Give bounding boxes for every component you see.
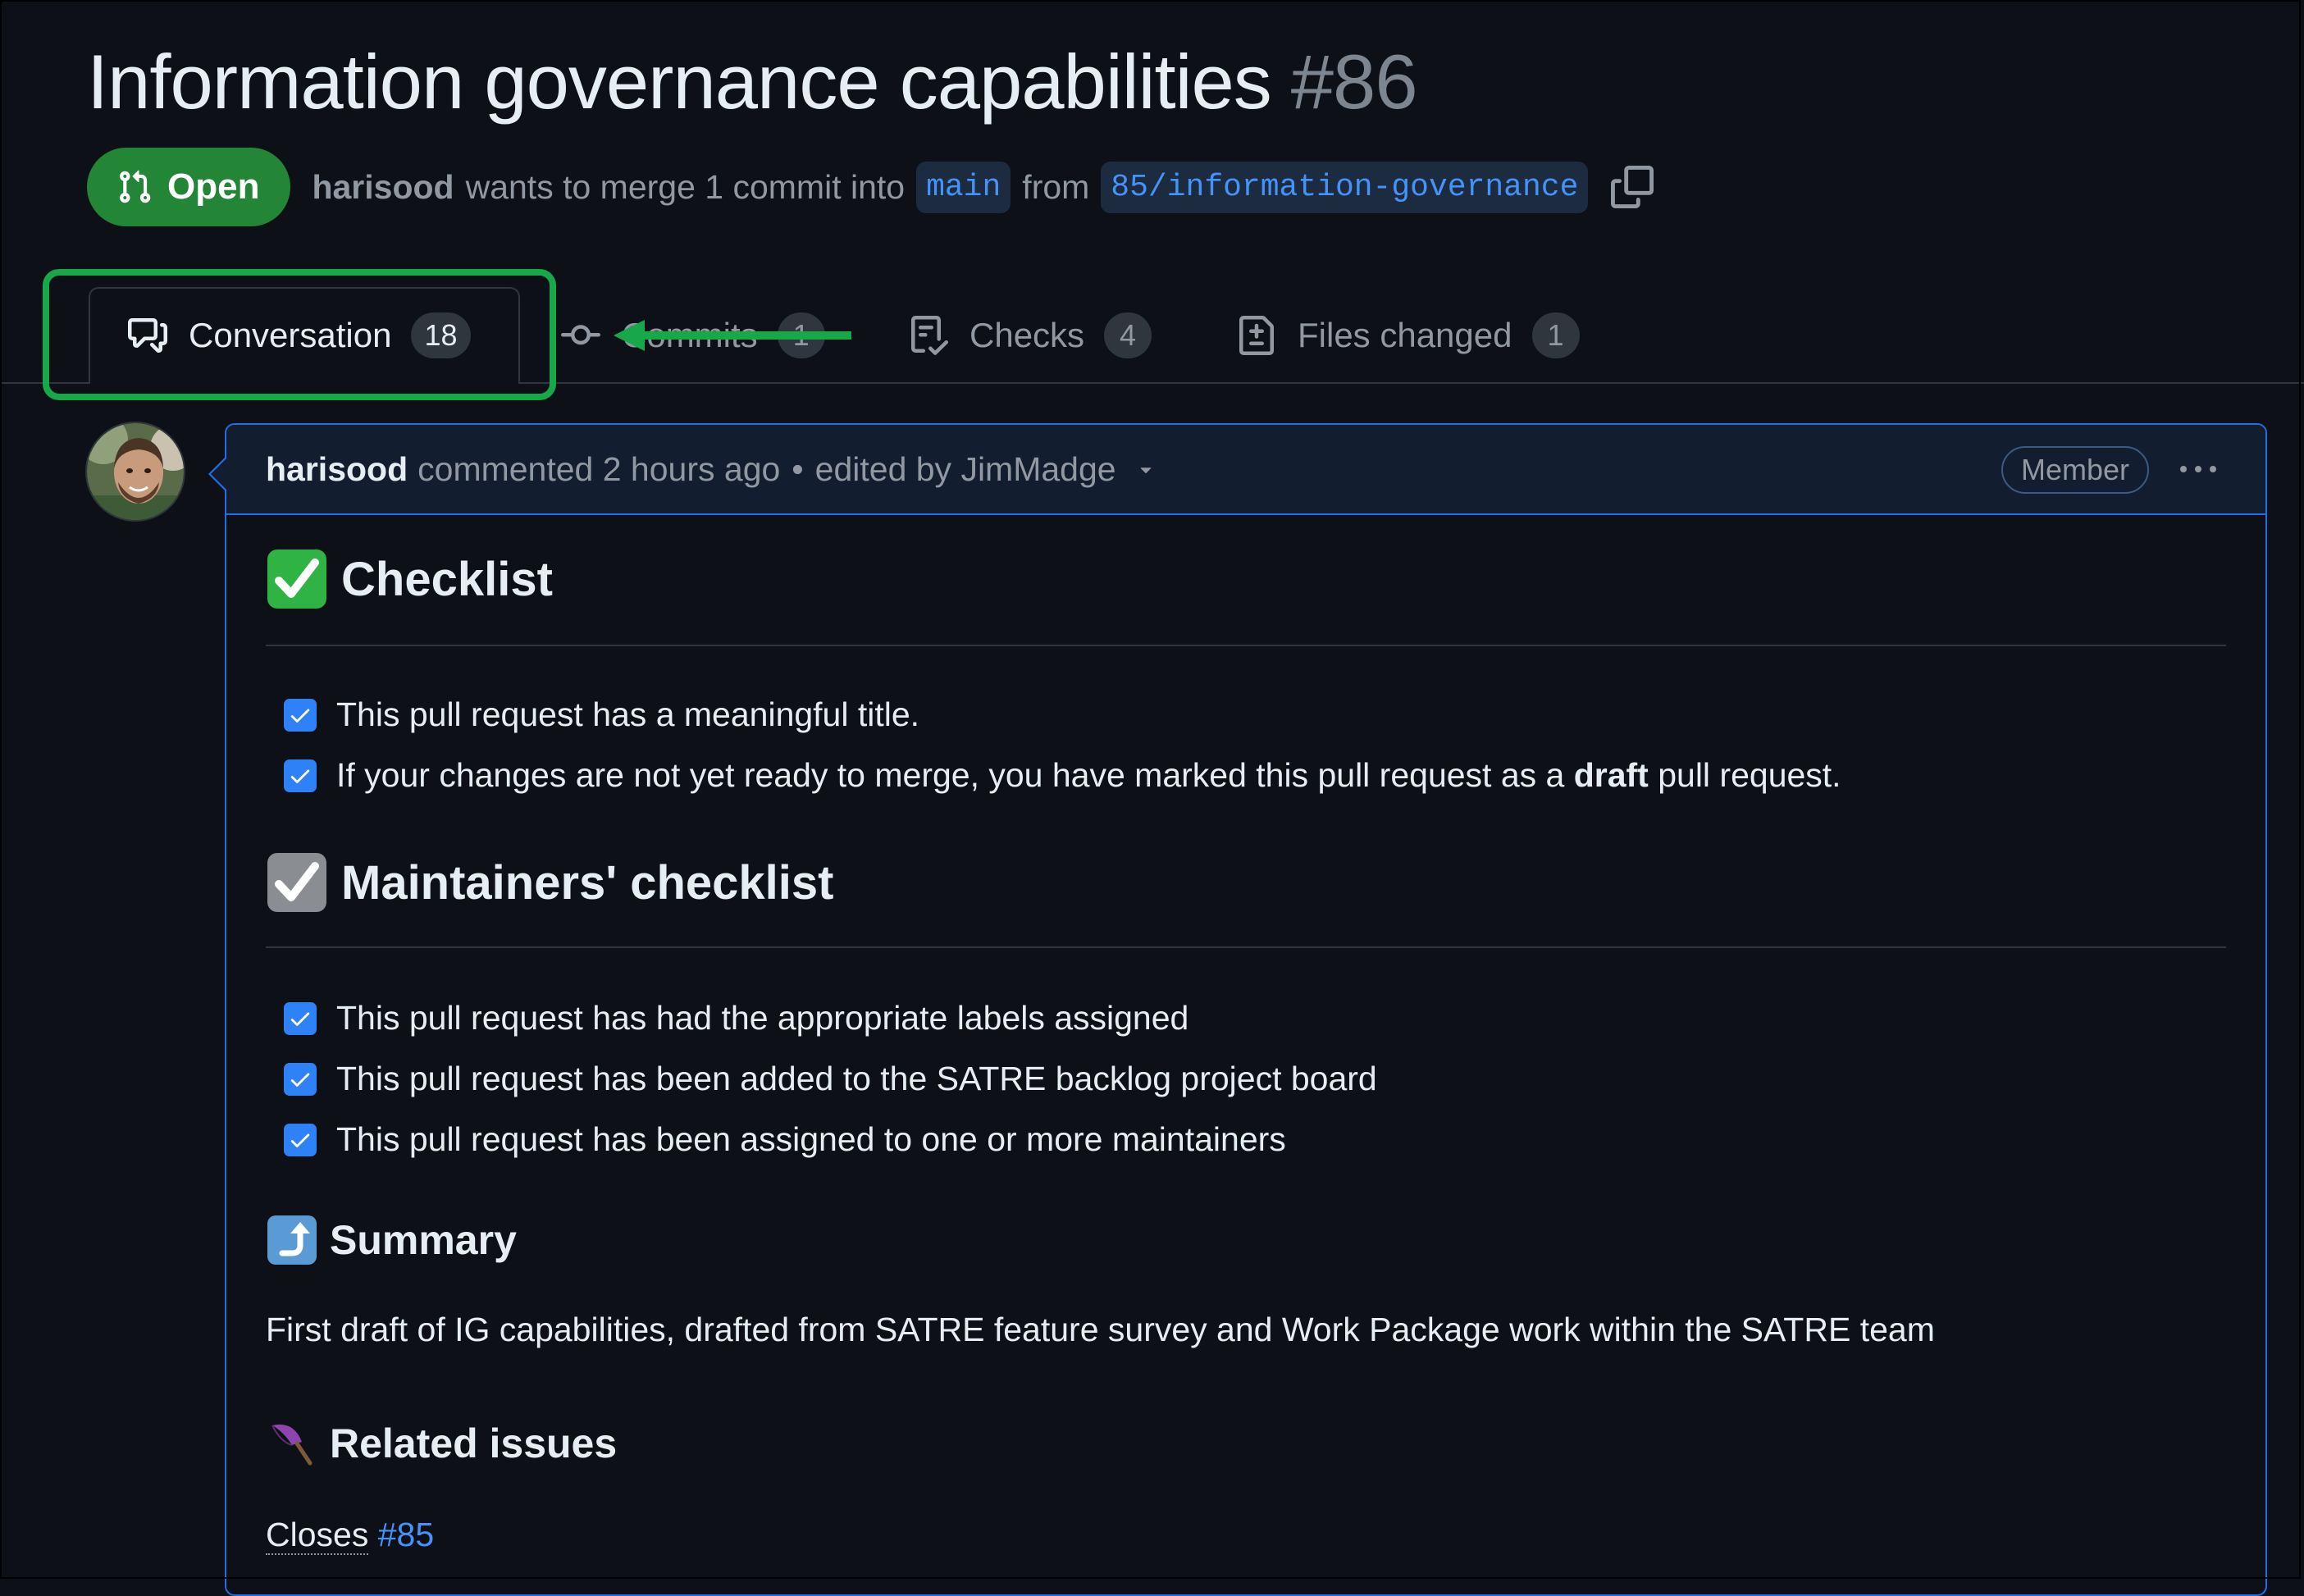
related-issues-heading: Related issues (266, 1417, 617, 1470)
git-commit-icon (561, 325, 600, 345)
task-checkbox[interactable] (284, 1001, 317, 1035)
pr-status-row: Open harisood wants to merge 1 commit in… (87, 148, 1654, 226)
check-icon (290, 1133, 310, 1147)
tab-files-changed[interactable]: Files changed 1 (1237, 287, 1580, 384)
task-text-after: pull request. (1648, 756, 1841, 794)
state-label: Open (167, 166, 260, 207)
avatar[interactable] (85, 422, 185, 522)
tab-checks[interactable]: Checks 4 (909, 287, 1152, 384)
task-checkbox[interactable] (284, 759, 317, 792)
check-icon (290, 769, 310, 783)
annotation-arrow (614, 320, 851, 351)
checklist-heading: Checklist (266, 548, 553, 610)
heavy-check-mark-icon (267, 853, 326, 912)
from-text: from (1022, 167, 1090, 206)
task-list-item: This pull request has been assigned to o… (284, 1120, 1286, 1159)
closes-keyword: Closes (266, 1516, 369, 1555)
base-branch[interactable]: main (916, 161, 1011, 213)
task-list-item: If your changes are not yet ready to mer… (284, 756, 1841, 795)
task-list-item: This pull request has been added to the … (284, 1060, 1377, 1098)
right-arrow-curving-up-icon (267, 1215, 317, 1265)
task-list-item: This pull request has had the appropriat… (284, 999, 1188, 1037)
umbrella-icon (271, 1424, 313, 1466)
comment-action[interactable]: commented 2 hours ago (417, 450, 780, 489)
pr-number: #86 (1290, 39, 1418, 125)
pr-title: Information governance capabilities #86 (87, 33, 1418, 131)
closes-line: Closes #85 (266, 1516, 434, 1555)
check-icon (290, 1073, 310, 1087)
task-list-item: This pull request has a meaningful title… (284, 695, 919, 734)
summary-heading: Summary (266, 1214, 517, 1266)
task-text-before: If your changes are not yet ready to mer… (336, 756, 1574, 794)
comment-caret-fill (211, 458, 227, 490)
merge-text: wants to merge 1 commit into (465, 167, 906, 206)
summary-heading-text: Summary (330, 1217, 517, 1263)
task-text: This pull request has been added to the … (336, 1060, 1377, 1097)
summary-text: First draft of IG capabilities, drafted … (266, 1311, 1935, 1348)
file-diff-icon (1239, 316, 1274, 355)
annotation-highlight-box (43, 269, 556, 400)
checklist-divider (266, 645, 2226, 646)
check-mark-button-icon (267, 549, 326, 609)
git-pull-request-icon (120, 170, 151, 203)
tab-files-changed-count: 1 (1531, 312, 1580, 358)
check-icon (290, 709, 310, 723)
tab-files-changed-label: Files changed (1298, 316, 1512, 354)
avatar-image (87, 423, 184, 520)
copy-icon[interactable] (1611, 166, 1654, 208)
comment-author-link[interactable]: harisood (266, 450, 408, 489)
related-issues-heading-text: Related issues (330, 1420, 618, 1466)
open-state-badge: Open (87, 148, 291, 226)
pr-title-text: Information governance capabilities (87, 39, 1272, 125)
member-badge: Member (2001, 446, 2149, 494)
check-icon (290, 1012, 310, 1026)
task-text: This pull request has had the appropriat… (336, 999, 1189, 1037)
task-checkbox[interactable] (284, 1123, 317, 1156)
pr-author-link[interactable]: harisood (312, 168, 454, 207)
comment-box: harisood commented 2 hours ago • edited … (225, 423, 2267, 1596)
comment-separator: • (792, 449, 804, 488)
checklist-icon (911, 316, 948, 355)
task-text: This pull request has a meaningful title… (336, 695, 920, 733)
task-checkbox[interactable] (284, 698, 317, 732)
maintainers-heading: Maintainers' checklist (266, 851, 833, 914)
merge-info: harisood wants to merge 1 commit into ma… (312, 161, 1654, 213)
head-branch[interactable]: 85/information-governance (1101, 161, 1589, 213)
task-text-bold: draft (1573, 756, 1649, 794)
issue-link[interactable]: #85 (378, 1516, 434, 1553)
kebab-horizontal-icon[interactable] (2175, 453, 2221, 486)
edited-by-link[interactable]: edited by JimMadge (815, 450, 1116, 489)
tab-checks-count: 4 (1104, 312, 1152, 358)
chevron-down-icon[interactable] (1134, 458, 1157, 481)
tab-checks-label: Checks (970, 316, 1085, 354)
comment-header: harisood commented 2 hours ago • edited … (226, 425, 2265, 515)
task-checkbox[interactable] (284, 1062, 317, 1096)
maintainers-heading-text: Maintainers' checklist (341, 855, 834, 910)
checklist-heading-text: Checklist (341, 552, 553, 606)
task-text: This pull request has been assigned to o… (336, 1120, 1286, 1158)
maintainers-divider (266, 946, 2226, 948)
